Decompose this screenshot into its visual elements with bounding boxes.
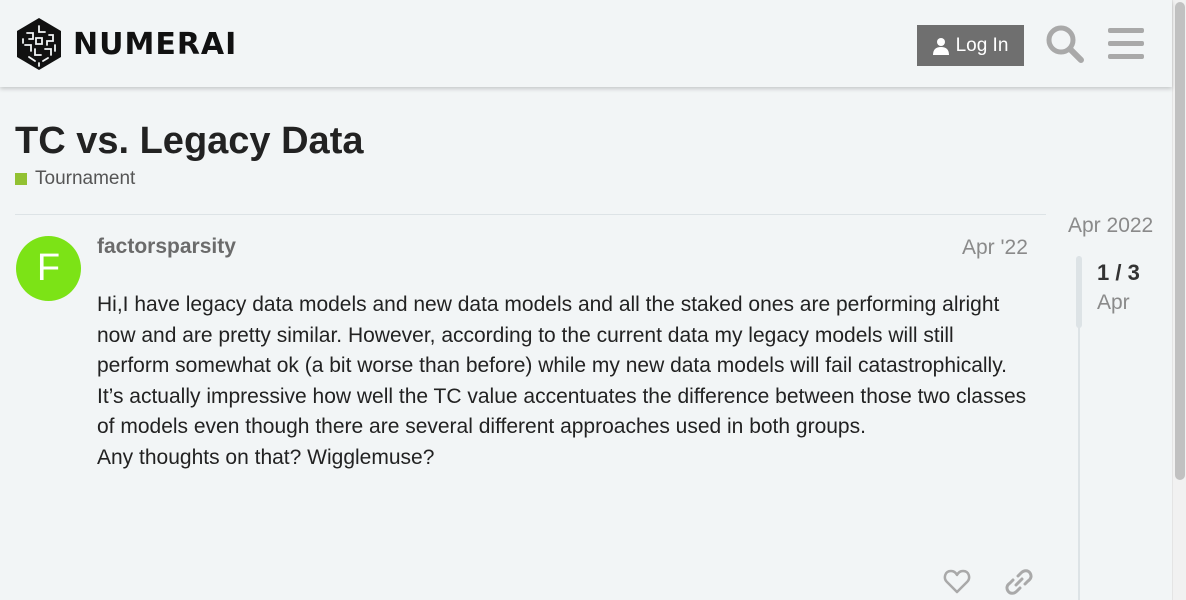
scrollbar-thumb[interactable] (1175, 2, 1185, 480)
avatar[interactable]: F (16, 236, 81, 301)
page-scrollbar[interactable] (1172, 0, 1186, 600)
topic-divider (15, 214, 1046, 215)
user-icon (932, 37, 949, 55)
category-badge[interactable]: Tournament (15, 168, 135, 190)
numerai-logo[interactable]: NUMERAI (15, 17, 237, 71)
menu-button[interactable] (1106, 24, 1146, 64)
category-name: Tournament (35, 168, 136, 189)
timeline-handle[interactable] (1076, 256, 1082, 328)
topic-title[interactable]: TC vs. Legacy Data (15, 120, 363, 163)
like-button[interactable] (943, 568, 971, 596)
heart-icon (943, 569, 971, 594)
link-icon (1005, 569, 1033, 595)
search-button[interactable] (1044, 23, 1086, 65)
post-date[interactable]: Apr '22 (962, 236, 1028, 260)
timeline-position: 1 / 3 (1097, 260, 1140, 285)
login-button[interactable]: Log In (917, 25, 1024, 66)
post-username[interactable]: factorsparsity (97, 235, 236, 259)
post-paragraph: Hi,I have legacy data models and new dat… (97, 293, 1027, 438)
hamburger-menu-icon (1108, 28, 1144, 59)
numerai-logo-icon (17, 18, 61, 70)
share-link-button[interactable] (1005, 568, 1033, 596)
post-paragraph: Any thoughts on that? Wigglemuse? (97, 445, 435, 469)
post-content: Hi,I have legacy data models and new dat… (97, 290, 1027, 473)
timeline-start-date[interactable]: Apr 2022 (1068, 214, 1153, 238)
search-icon (1046, 25, 1084, 63)
login-label: Log In (955, 34, 1009, 56)
timeline-current-date: Apr (1097, 291, 1130, 314)
logo-text: NUMERAI (73, 26, 238, 62)
category-color-swatch (15, 173, 27, 185)
site-header: NUMERAI Log In (0, 0, 1172, 87)
